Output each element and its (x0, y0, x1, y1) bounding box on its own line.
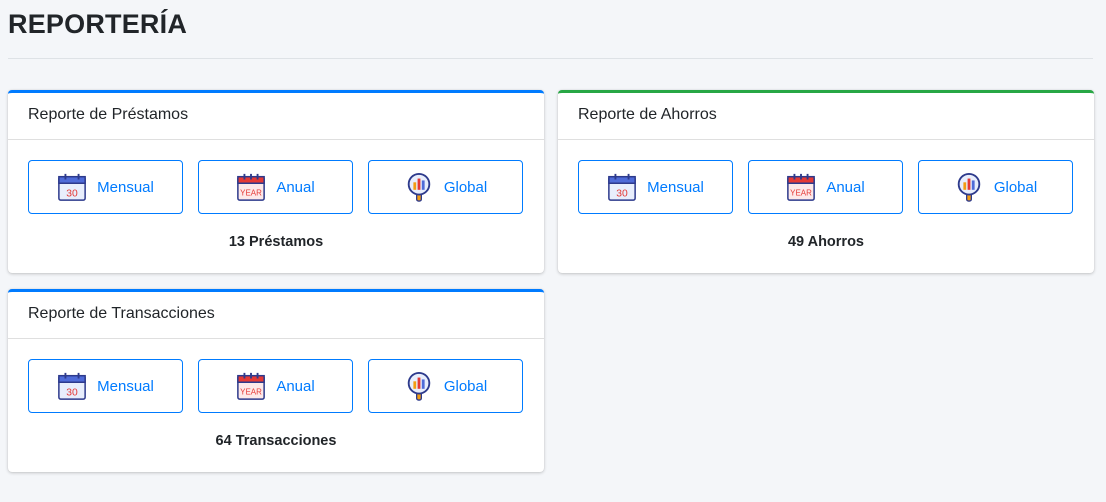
button-label: Global (443, 377, 488, 395)
annual-report-button[interactable]: YEAR Anual (198, 359, 353, 413)
annual-report-button[interactable]: YEAR Anual (748, 160, 903, 214)
svg-text:YEAR: YEAR (240, 387, 262, 396)
global-report-button[interactable]: Global (918, 160, 1073, 214)
monthly-report-button[interactable]: 30 Mensual (28, 160, 183, 214)
button-label: Anual (276, 178, 315, 196)
monthly-report-button[interactable]: 30 Mensual (28, 359, 183, 413)
magnifier-chart-icon (957, 172, 981, 202)
svg-text:30: 30 (66, 188, 78, 199)
card-transactions-report: Reporte de Transacciones 30 Mensual YEAR… (8, 289, 544, 472)
monthly-report-button[interactable]: 30 Mensual (578, 160, 733, 214)
calendar-month-icon: 30 (58, 372, 87, 400)
title-divider (8, 58, 1093, 59)
calendar-year-icon: YEAR (237, 173, 266, 201)
button-label: Mensual (97, 178, 154, 196)
magnifier-chart-icon (407, 172, 431, 202)
calendar-month-icon: 30 (58, 173, 87, 201)
card-header: Reporte de Ahorros (558, 93, 1094, 140)
svg-text:YEAR: YEAR (790, 188, 812, 197)
annual-report-button[interactable]: YEAR Anual (198, 160, 353, 214)
record-count: 13 Préstamos (228, 234, 324, 250)
card-header: Reporte de Transacciones (8, 292, 544, 339)
button-label: Global (443, 178, 488, 196)
calendar-year-icon: YEAR (787, 173, 816, 201)
svg-text:30: 30 (616, 188, 628, 199)
button-label: Mensual (97, 377, 154, 395)
button-label: Global (993, 178, 1038, 196)
svg-text:30: 30 (66, 387, 78, 398)
card-header: Reporte de Préstamos (8, 93, 544, 140)
card-savings-report: Reporte de Ahorros 30 Mensual YEAR Anual (558, 90, 1094, 273)
global-report-button[interactable]: Global (368, 160, 523, 214)
button-label: Anual (276, 377, 315, 395)
record-count: 49 Ahorros (787, 234, 864, 250)
calendar-year-icon: YEAR (237, 372, 266, 400)
card-loans-report: Reporte de Préstamos 30 Mensual YEAR Anu… (8, 90, 544, 273)
record-count: 64 Transacciones (215, 433, 337, 449)
calendar-month-icon: 30 (608, 173, 637, 201)
magnifier-chart-icon (407, 371, 431, 401)
page-title: REPORTERÍA (8, 9, 188, 39)
button-label: Anual (826, 178, 865, 196)
button-label: Mensual (647, 178, 704, 196)
global-report-button[interactable]: Global (368, 359, 523, 413)
svg-text:YEAR: YEAR (240, 188, 262, 197)
